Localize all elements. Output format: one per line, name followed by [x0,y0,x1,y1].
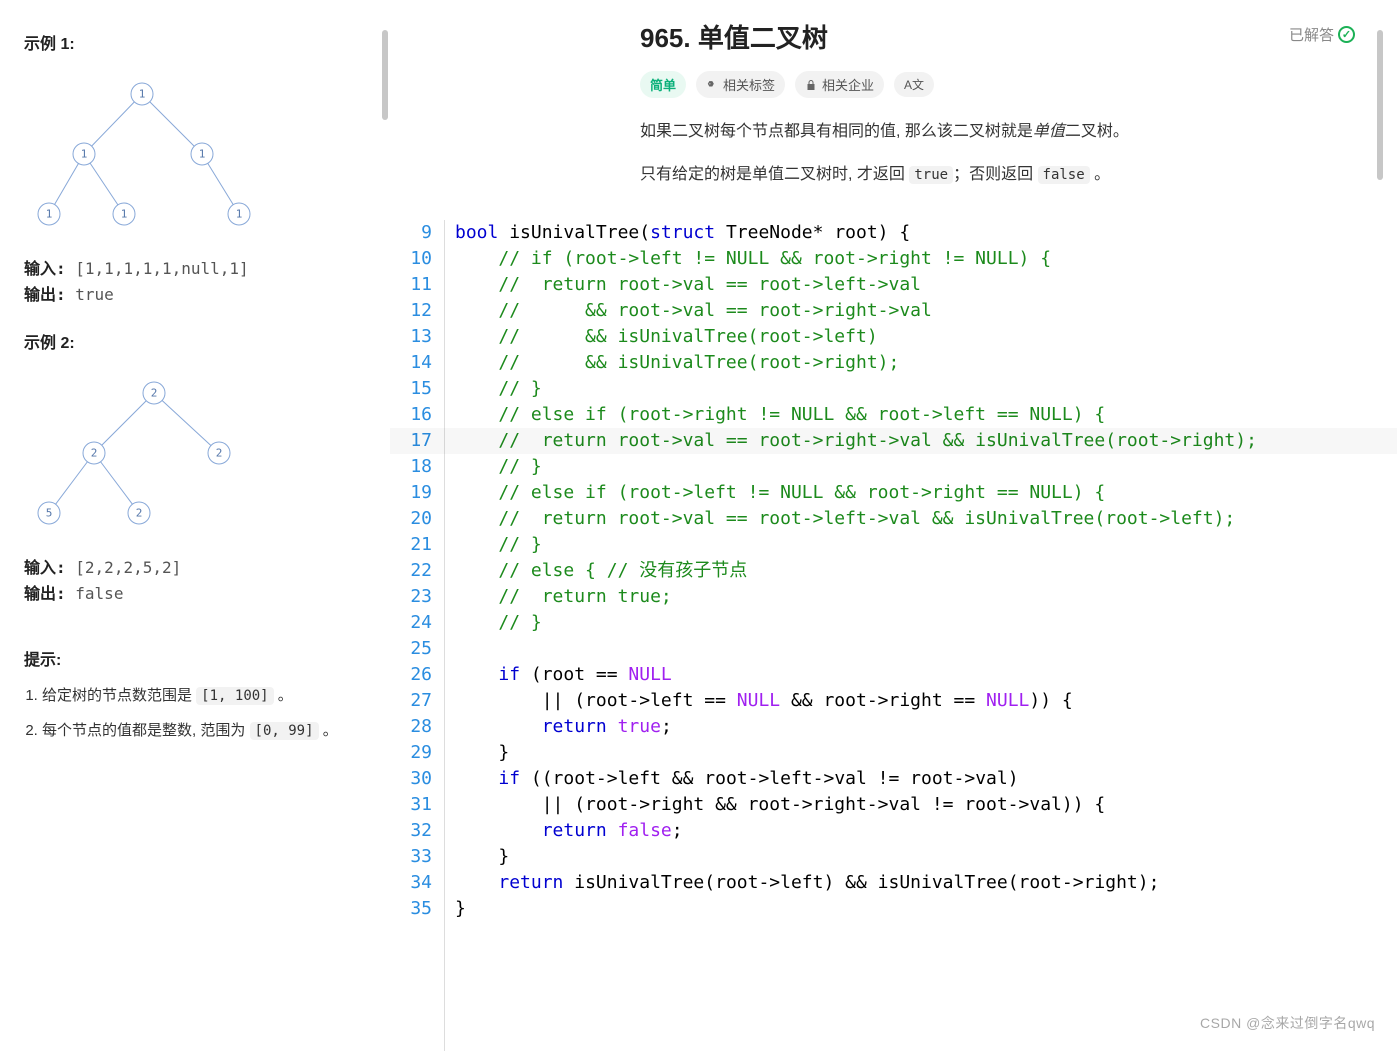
svg-text:1: 1 [199,148,206,161]
description-paragraph: 如果二叉树每个节点都具有相同的值, 那么该二叉树就是单值二叉树。 [640,118,1397,145]
translate-icon: A文 [904,76,924,93]
example2-io: 输入: [2,2,2,5,2] 输出: false [24,555,380,606]
description-paragraph: 只有给定的树是单值二叉树时, 才返回 true；否则返回 false 。 [640,161,1397,188]
svg-text:1: 1 [81,148,88,161]
tag-icon [706,79,718,91]
svg-text:1: 1 [46,208,53,221]
problem-title: 965. 单值二叉树 [640,18,1397,55]
svg-text:2: 2 [151,387,158,400]
svg-text:5: 5 [46,507,53,520]
scrollbar-thumb[interactable] [1377,30,1383,180]
hints-heading: 提示: [24,646,380,670]
svg-text:1: 1 [236,208,243,221]
tags-pill[interactable]: 相关标签 [696,71,785,98]
translate-pill[interactable]: A文 [894,72,934,97]
hint-item: 给定树的节点数范围是 [1, 100] 。 [42,684,380,705]
problem-header: 965. 单值二叉树 已解答 ✓ 简单 相关标签 相关企业 A文 [390,0,1397,214]
code-content[interactable]: bool isUnivalTree(struct TreeNode* root)… [455,220,1257,1051]
companies-pill[interactable]: 相关企业 [795,71,884,98]
code-editor[interactable]: 9101112131415161718192021222324252627282… [390,214,1397,1051]
gutter-separator [444,220,445,1051]
check-icon: ✓ [1338,26,1355,43]
svg-text:2: 2 [91,447,98,460]
example1-io: 输入: [1,1,1,1,1,null,1] 输出: true [24,256,380,307]
panel-divider[interactable] [380,0,390,1051]
example2-tree: 2 2 2 5 2 [24,371,244,541]
difficulty-pill[interactable]: 简单 [640,71,686,98]
line-number-gutter: 9101112131415161718192021222324252627282… [390,220,444,1051]
svg-text:2: 2 [216,447,223,460]
solved-badge: 已解答 ✓ [1289,24,1355,45]
hint-item: 每个节点的值都是整数, 范围为 [0, 99] 。 [42,719,380,740]
svg-text:1: 1 [121,208,128,221]
lock-icon [805,79,817,91]
scrollbar-thumb[interactable] [382,30,388,120]
svg-text:1: 1 [139,88,146,101]
watermark: CSDN @念来过倒字名qwq [1200,1013,1375,1033]
svg-text:2: 2 [136,507,143,520]
example2-heading: 示例 2: [24,329,380,353]
example1-heading: 示例 1: [24,30,380,54]
example1-tree: 1 1 1 1 1 1 [24,72,284,242]
problem-description-panel: 示例 1: 1 1 1 1 1 1 输入: [1 [0,0,380,1051]
hints-section: 提示: 给定树的节点数范围是 [1, 100] 。 每个节点的值都是整数, 范围… [24,646,380,740]
